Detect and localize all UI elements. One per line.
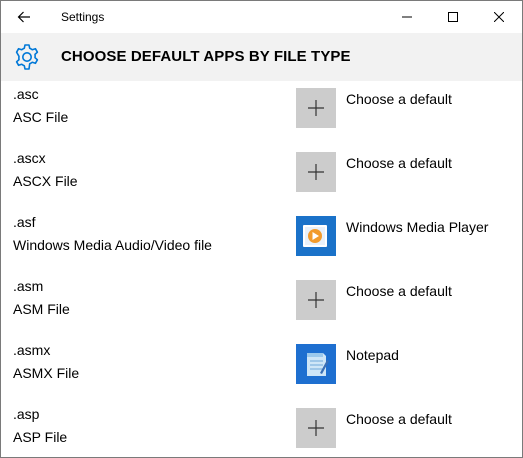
windows-media-player-button[interactable] (296, 216, 336, 256)
default-app-label[interactable]: Windows Media Player (346, 218, 488, 236)
window-title: Settings (61, 10, 105, 24)
page-title: CHOOSE DEFAULT APPS BY FILE TYPE (61, 48, 351, 65)
file-type-list: .asc ASC File Choose a default .ascx ASC… (1, 81, 522, 457)
close-button[interactable] (476, 1, 522, 33)
file-description: ASCX File (13, 173, 78, 189)
list-item: .asf Windows Media Audio/Video file Wind… (1, 213, 522, 277)
list-item: .asm ASM File Choose a default (1, 277, 522, 341)
file-description: Windows Media Audio/Video file (13, 237, 212, 253)
minimize-icon (402, 16, 412, 18)
list-item: .asc ASC File Choose a default (1, 85, 522, 149)
plus-icon (308, 420, 324, 436)
list-item: .ascx ASCX File Choose a default (1, 149, 522, 213)
choose-default-button[interactable] (296, 152, 336, 192)
back-button[interactable] (1, 1, 47, 33)
default-app-label[interactable]: Choose a default (346, 90, 452, 108)
plus-icon (308, 100, 324, 116)
list-item: .asmx ASMX File Notepad (1, 341, 522, 405)
back-arrow-icon (17, 11, 30, 23)
notepad-button[interactable] (296, 344, 336, 384)
file-extension: .asmx (13, 342, 51, 358)
default-app-label[interactable]: Choose a default (346, 282, 452, 300)
file-extension: .asp (13, 406, 40, 422)
close-icon (494, 12, 504, 22)
file-extension: .ascx (13, 150, 46, 166)
default-app-label[interactable]: Notepad (346, 346, 399, 364)
file-extension: .asf (13, 214, 36, 230)
maximize-icon (448, 12, 458, 22)
page-header: CHOOSE DEFAULT APPS BY FILE TYPE (1, 33, 522, 81)
file-description: ASM File (13, 301, 70, 317)
windows-media-player-icon (303, 225, 327, 247)
file-description: ASMX File (13, 365, 80, 381)
default-app-label[interactable]: Choose a default (346, 154, 452, 172)
default-app-label[interactable]: Choose a default (346, 410, 452, 428)
minimize-button[interactable] (384, 1, 430, 33)
plus-icon (308, 164, 324, 180)
notepad-icon (307, 353, 329, 376)
choose-default-button[interactable] (296, 408, 336, 448)
file-extension: .asm (13, 278, 44, 294)
settings-window: Settings CHOOSE DEFAULT APPS BY FILE TYP… (0, 0, 523, 458)
gear-icon (15, 44, 39, 70)
maximize-button[interactable] (430, 1, 476, 33)
choose-default-button[interactable] (296, 280, 336, 320)
file-description: ASC File (13, 109, 69, 125)
file-extension: .asc (13, 86, 39, 102)
list-item: .asp ASP File Choose a default (1, 405, 522, 457)
plus-icon (308, 292, 324, 308)
title-bar: Settings (1, 1, 522, 33)
choose-default-button[interactable] (296, 88, 336, 128)
file-description: ASP File (13, 429, 68, 445)
